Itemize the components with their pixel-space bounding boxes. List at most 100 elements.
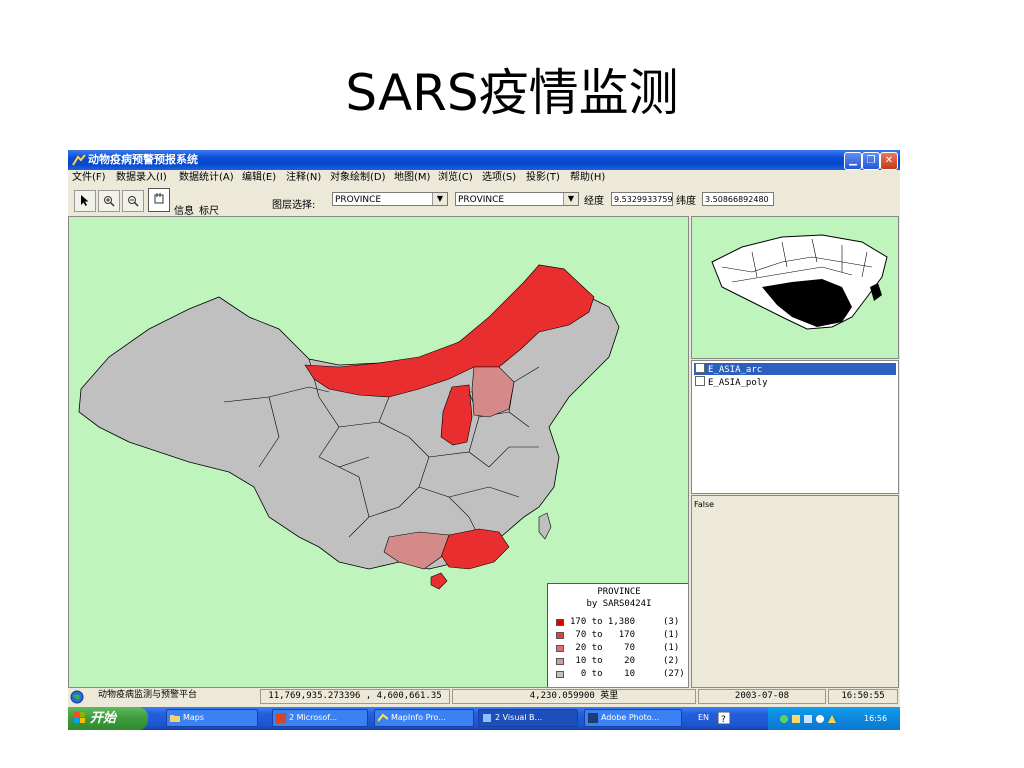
legend-range: 0 to 10: [570, 669, 636, 679]
layer-list: E_ASIA_arc E_ASIA_poly: [691, 360, 899, 494]
layer-checkbox[interactable]: [695, 363, 705, 373]
task-maps[interactable]: Maps: [166, 709, 258, 727]
layer-item-arc[interactable]: E_ASIA_arc: [694, 363, 896, 375]
layer-select-label: 图层选择:: [272, 200, 316, 211]
task-photoshop[interactable]: Adobe Photo...: [584, 709, 682, 727]
folder-icon: [170, 715, 180, 722]
menu-options[interactable]: 选项(S): [482, 170, 516, 186]
map-view[interactable]: PROVINCE by SARS0424I 170 to 1,380 (3) 7…: [68, 216, 689, 688]
province-guangdong[interactable]: [440, 528, 510, 570]
chevron-down-icon[interactable]: ▼: [563, 193, 578, 205]
task-mapinfo[interactable]: MapInfo Pro...: [374, 709, 474, 727]
chevron-down-icon[interactable]: ▼: [432, 193, 447, 205]
info-panel: False: [691, 495, 899, 688]
layer-select-combo-1[interactable]: PROVINCE ▼: [332, 192, 448, 206]
legend-count: (1): [663, 630, 680, 640]
overview-map[interactable]: [691, 216, 899, 359]
legend-range: 10 to 20: [570, 656, 636, 666]
status-bar: 动物疫病监测与预警平台 11,769,935.273396 , 4,600,66…: [68, 688, 900, 706]
task-visual-basic[interactable]: 2 Visual B...: [478, 709, 578, 727]
legend-count: (2): [663, 656, 680, 666]
close-button[interactable]: ✕: [880, 152, 898, 170]
legend-count: (1): [663, 643, 680, 653]
info-value: False: [694, 500, 715, 509]
windows-flag-icon: [74, 712, 85, 723]
status-date: 2003-07-08: [698, 689, 826, 704]
mapinfo-icon: [378, 713, 388, 722]
legend-count: (27): [663, 669, 685, 679]
menu-data-entry[interactable]: 数据录入(I): [116, 170, 167, 186]
legend-title: PROVINCE: [597, 587, 641, 597]
layer-combo-1-value: PROVINCE: [335, 195, 382, 205]
province-taiwan[interactable]: [538, 512, 552, 540]
legend-swatch: [556, 671, 564, 678]
tray-icons[interactable]: [778, 707, 838, 730]
zoom-out-tool[interactable]: [122, 190, 144, 212]
status-coords: 11,769,935.273396 , 4,600,661.35: [260, 689, 450, 704]
longitude-field[interactable]: 9.5329933759: [611, 192, 673, 206]
photoshop-icon: [588, 713, 598, 723]
layer-checkbox[interactable]: [695, 376, 705, 386]
menu-bar: 文件(F) 数据录入(I) 数据统计(A) 编辑(E) 注释(N) 对象绘制(D…: [68, 170, 900, 186]
task-label: Maps: [183, 713, 205, 722]
longitude-label: 经度: [584, 196, 604, 207]
help-icon[interactable]: ?: [718, 712, 730, 724]
map-legend: PROVINCE by SARS0424I 170 to 1,380 (3) 7…: [547, 583, 688, 687]
task-label: 2 Visual B...: [495, 713, 543, 722]
svg-text:?: ?: [721, 715, 726, 724]
system-tray: 16:56: [768, 707, 900, 730]
window-titlebar[interactable]: 动物疫病预警预报系统 ▁ ❐ ✕: [68, 150, 900, 170]
legend-range: 20 to 70: [570, 643, 636, 653]
ruler-tool[interactable]: 标尺: [199, 202, 219, 217]
app-icon: [72, 154, 86, 166]
legend-row: 70 to 170 (1): [556, 630, 679, 641]
layer-select-combo-2[interactable]: PROVINCE ▼: [455, 192, 579, 206]
menu-annotate[interactable]: 注释(N): [286, 170, 321, 186]
layer-label: E_ASIA_arc: [708, 365, 763, 375]
status-time: 16:50:55: [828, 689, 898, 704]
legend-row: 0 to 10 (27): [556, 669, 685, 680]
zoom-in-tool[interactable]: [98, 190, 120, 212]
legend-swatch: [556, 658, 564, 665]
status-distance: 4,230.059900 英里: [452, 689, 696, 704]
east-asia-overview: [711, 234, 888, 330]
layer-item-poly[interactable]: E_ASIA_poly: [694, 376, 896, 388]
menu-data-stats[interactable]: 数据统计(A): [179, 170, 234, 186]
pointer-tool[interactable]: [74, 190, 96, 212]
menu-browse[interactable]: 浏览(C): [438, 170, 473, 186]
menu-file[interactable]: 文件(F): [72, 170, 106, 186]
start-button[interactable]: 开始: [68, 707, 148, 730]
legend-row: 10 to 20 (2): [556, 656, 679, 667]
status-app-name: 动物疫病监测与预警平台: [98, 690, 198, 700]
pan-tool[interactable]: [148, 188, 170, 212]
info-tool[interactable]: 信息: [174, 202, 194, 217]
start-label: 开始: [90, 711, 117, 726]
maximize-button[interactable]: ❐: [862, 152, 880, 170]
tray-clock: 16:56: [864, 714, 888, 723]
powerpoint-icon: [276, 713, 286, 723]
globe-icon: [70, 690, 84, 704]
task-label: MapInfo Pro...: [391, 713, 446, 722]
tray-app-icon: [780, 714, 836, 723]
menu-draw-object[interactable]: 对象绘制(D): [330, 170, 386, 186]
legend-row: 170 to 1,380 (3): [556, 617, 679, 628]
latitude-field[interactable]: 3.50866892480: [702, 192, 774, 206]
legend-swatch: [556, 632, 564, 639]
task-microsoft[interactable]: 2 Microsof...: [272, 709, 368, 727]
task-label: 2 Microsof...: [289, 713, 338, 722]
task-label: Adobe Photo...: [601, 713, 660, 722]
minimize-button[interactable]: ▁: [844, 152, 862, 170]
zoom-out-icon: [128, 196, 139, 207]
zoom-in-icon: [104, 196, 115, 207]
menu-help[interactable]: 帮助(H): [570, 170, 605, 186]
hand-icon: [154, 193, 164, 204]
menu-edit[interactable]: 编辑(E): [242, 170, 276, 186]
visual-basic-icon: [483, 714, 491, 722]
menu-map[interactable]: 地图(M): [394, 170, 430, 186]
legend-swatch: [556, 619, 564, 626]
language-indicator[interactable]: EN: [698, 709, 709, 727]
menu-projection[interactable]: 投影(T): [526, 170, 560, 186]
province-hainan[interactable]: [430, 572, 448, 590]
legend-subtitle: by SARS0424I: [586, 599, 652, 609]
app-window: 动物疫病预警预报系统 ▁ ❐ ✕ 文件(F) 数据录入(I) 数据统计(A) 编…: [68, 150, 900, 730]
